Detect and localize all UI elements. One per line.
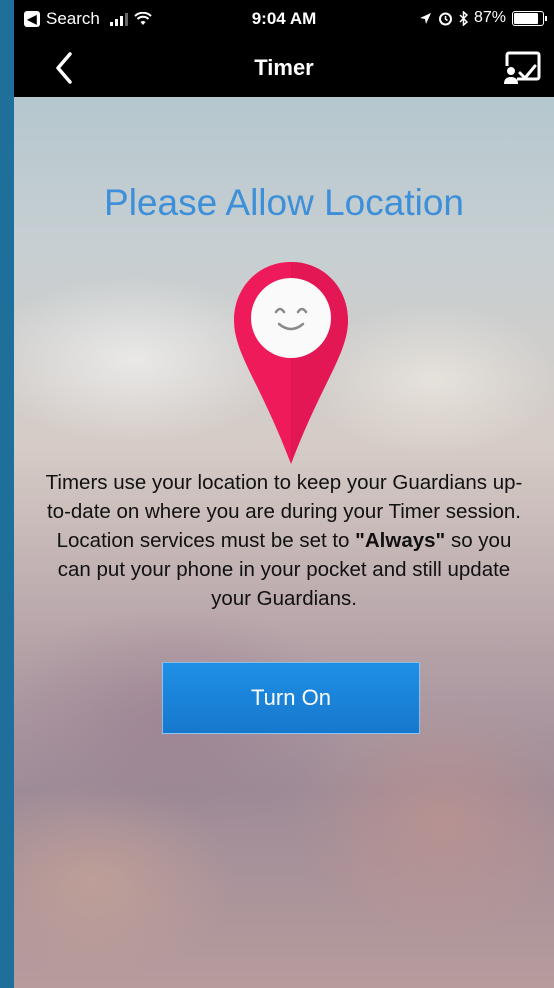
headline: Please Allow Location (104, 182, 464, 223)
location-pin-smiley-icon (234, 262, 348, 464)
location-description: Timers use your location to keep your Gu… (44, 468, 524, 613)
cast-screen-button[interactable] (500, 48, 544, 88)
page-title: Timer (254, 55, 314, 80)
battery-percent: 87% (473, 9, 506, 26)
bluetooth-icon (459, 10, 468, 26)
description-emphasis: "Always" (355, 529, 446, 552)
status-right: 87% (419, 9, 547, 27)
cast-screen-icon (503, 51, 541, 84)
phone-screen: ◀ Search 9:04 AM 87% Timer Please Allow … (14, 0, 554, 988)
alarm-icon (438, 12, 452, 25)
nav-bar: Timer (14, 38, 554, 97)
battery-fill (514, 12, 539, 24)
location-arrow-icon (419, 12, 431, 24)
battery-icon (512, 10, 547, 26)
status-bar: ◀ Search 9:04 AM 87% (14, 0, 554, 38)
turn-on-button[interactable]: Turn On (162, 662, 420, 734)
